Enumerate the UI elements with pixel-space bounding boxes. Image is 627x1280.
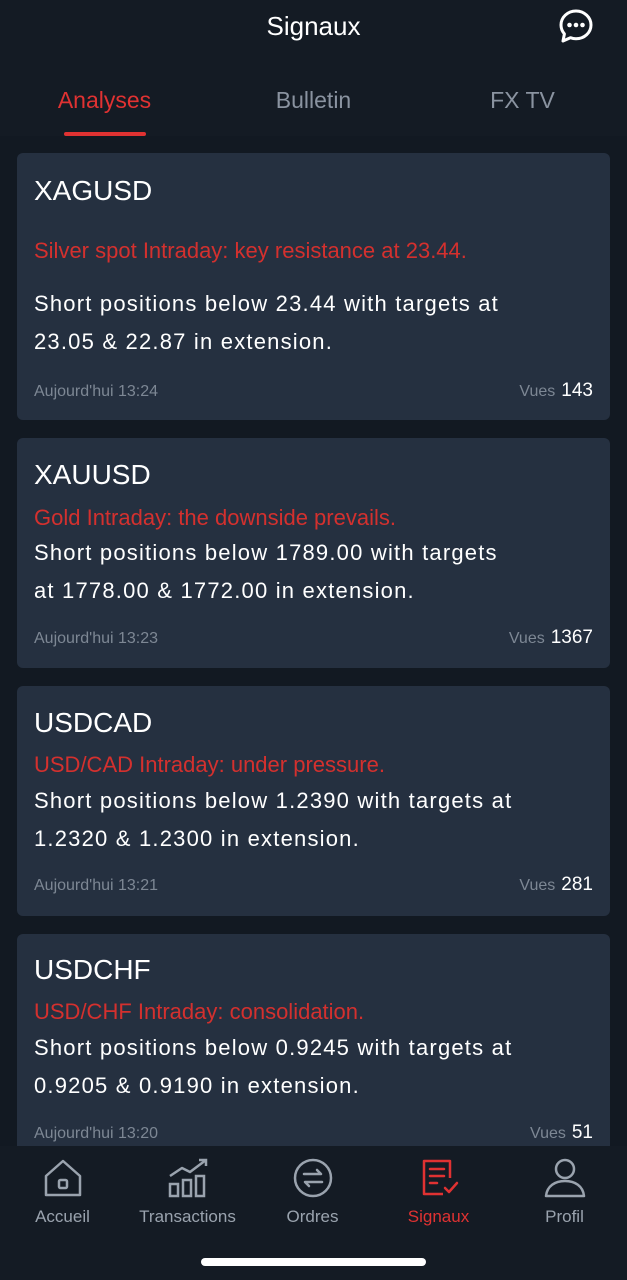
views-count: 1367 bbox=[550, 627, 593, 648]
views-label: Vues bbox=[508, 630, 545, 647]
card-views: Vues 1367 bbox=[509, 627, 593, 650]
app-header: Signaux Analyses Bulletin FX TV bbox=[0, 0, 627, 136]
nav-label: Profil bbox=[545, 1207, 584, 1226]
tab-bulletin[interactable]: Bulletin bbox=[209, 78, 418, 122]
nav-label: Ordres bbox=[286, 1207, 339, 1226]
card-headline: USD/CAD Intraday: under pressure. bbox=[34, 752, 385, 777]
card-timestamp: Aujourd'hui 13:21 bbox=[34, 877, 159, 894]
card-body: Short positions below 1.2390 with target… bbox=[34, 782, 594, 858]
card-body-line: 0.9205 & 0.9190 in extension. bbox=[34, 1073, 360, 1098]
views-label: Vues bbox=[519, 877, 556, 894]
nav-item-signaux[interactable]: Signaux bbox=[376, 1146, 501, 1246]
card-headline: USD/CHF Intraday: consolidation. bbox=[34, 999, 365, 1024]
card-body-line: 23.05 & 22.87 in extension. bbox=[34, 329, 334, 354]
nav-label: Transactions bbox=[139, 1207, 236, 1226]
card-headline: Silver spot Intraday: key resistance at … bbox=[34, 238, 467, 263]
views-count: 143 bbox=[561, 380, 593, 401]
tab-bar: Analyses Bulletin FX TV bbox=[0, 78, 627, 136]
nav-label: Signaux bbox=[407, 1207, 470, 1226]
card-body-line: 1.2320 & 1.2300 in extension. bbox=[34, 826, 360, 851]
nav-item-profil[interactable]: Profil bbox=[502, 1146, 627, 1246]
card-body: Short positions below 23.44 with targets… bbox=[34, 285, 594, 361]
nav-item-ordres[interactable]: Ordres bbox=[250, 1146, 375, 1246]
card-symbol: USDCHF bbox=[34, 954, 151, 985]
card-views: Vues 51 bbox=[530, 1122, 593, 1145]
card-headline: Gold Intraday: the downside prevails. bbox=[34, 505, 396, 530]
card-timestamp: Aujourd'hui 13:24 bbox=[34, 383, 159, 400]
home-indicator[interactable] bbox=[201, 1258, 426, 1266]
bar-chart-icon bbox=[168, 1158, 208, 1198]
card-views: Vues 281 bbox=[519, 874, 593, 897]
card-symbol: USDCAD bbox=[34, 707, 153, 738]
card-body-line: Short positions below 23.44 with targets… bbox=[34, 291, 499, 316]
nav-label: Accueil bbox=[35, 1207, 90, 1226]
analyses-list[interactable]: XAGUSD Silver spot Intraday: key resista… bbox=[0, 136, 627, 1146]
views-count: 51 bbox=[571, 1122, 593, 1143]
analysis-card[interactable]: XAGUSD Silver spot Intraday: key resista… bbox=[17, 153, 610, 420]
chat-bubble-icon[interactable] bbox=[557, 7, 595, 45]
card-body-line: Short positions below 1.2390 with target… bbox=[34, 788, 513, 813]
card-symbol: XAUUSD bbox=[34, 459, 151, 490]
card-body: Short positions below 1789.00 with targe… bbox=[34, 534, 594, 610]
card-views: Vues 143 bbox=[519, 380, 593, 403]
exchange-icon bbox=[293, 1158, 333, 1198]
signals-icon bbox=[422, 1159, 459, 1196]
analysis-card[interactable]: USDCAD USD/CAD Intraday: under pressure.… bbox=[17, 686, 610, 916]
page-title: Signaux bbox=[266, 11, 361, 41]
views-label: Vues bbox=[519, 383, 556, 400]
nav-item-transactions[interactable]: Transactions bbox=[125, 1146, 250, 1246]
profile-icon bbox=[544, 1158, 586, 1198]
card-body-line: at 1778.00 & 1772.00 in extension. bbox=[34, 578, 415, 603]
card-body-line: Short positions below 1789.00 with targe… bbox=[34, 540, 498, 565]
card-symbol: XAGUSD bbox=[34, 175, 153, 206]
card-body-line: Short positions below 0.9245 with target… bbox=[34, 1035, 513, 1060]
views-count: 281 bbox=[561, 874, 593, 895]
card-body: Short positions below 0.9245 with target… bbox=[34, 1029, 594, 1105]
analysis-card[interactable]: XAUUSD Gold Intraday: the downside preva… bbox=[17, 438, 610, 668]
card-timestamp: Aujourd'hui 13:20 bbox=[34, 1125, 159, 1142]
tab-fx-tv[interactable]: FX TV bbox=[418, 78, 627, 122]
views-label: Vues bbox=[529, 1125, 566, 1142]
analysis-card[interactable]: USDCHF USD/CHF Intraday: consolidation. … bbox=[17, 934, 610, 1146]
card-timestamp: Aujourd'hui 13:23 bbox=[34, 630, 159, 647]
home-icon bbox=[44, 1159, 82, 1197]
tab-analyses[interactable]: Analyses bbox=[0, 78, 209, 122]
nav-item-accueil[interactable]: Accueil bbox=[0, 1146, 125, 1246]
